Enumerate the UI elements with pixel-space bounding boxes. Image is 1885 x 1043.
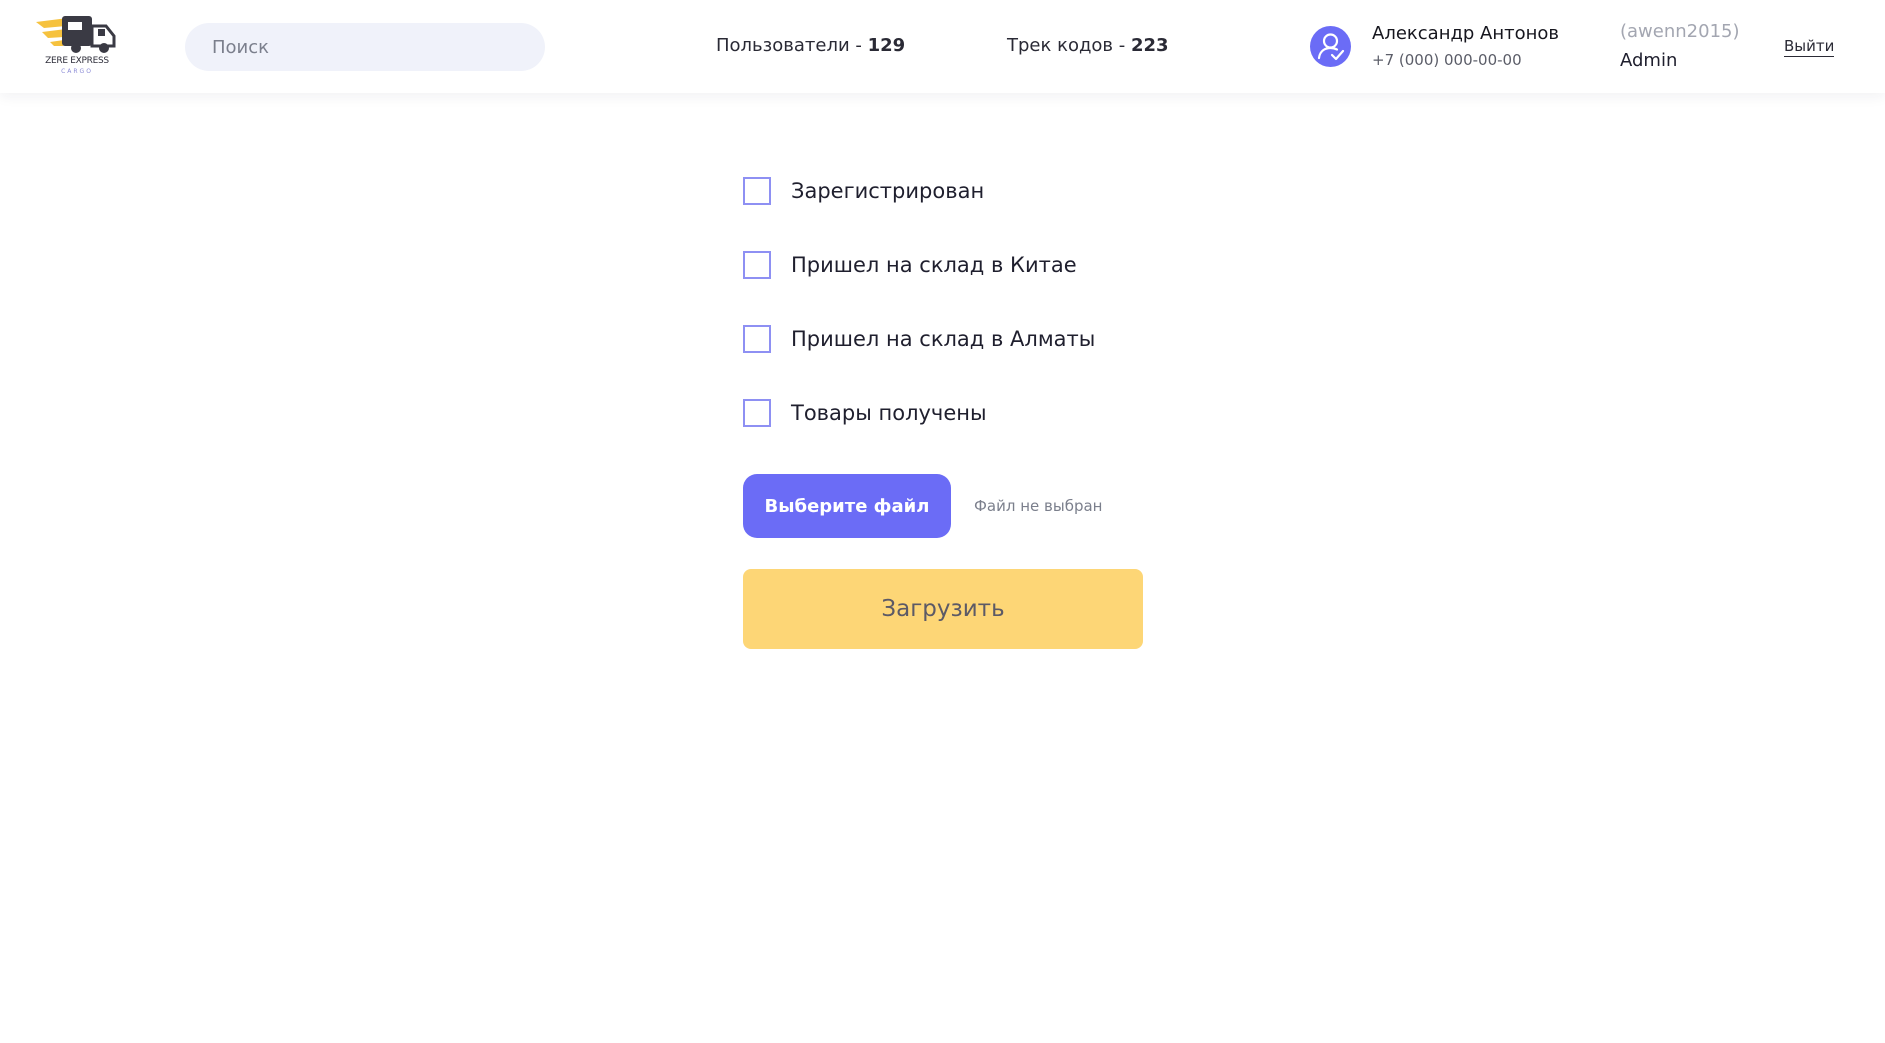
users-stat-label: Пользователи - [716, 35, 868, 56]
track-codes-stat: Трек кодов - 223 [1007, 35, 1169, 56]
avatar[interactable] [1310, 26, 1351, 67]
checkbox[interactable] [743, 177, 771, 205]
status-checkbox-almaty-warehouse[interactable]: Пришел на склад в Алматы [743, 323, 1095, 355]
status-checkbox-registered[interactable]: Зарегистрирован [743, 175, 984, 207]
file-status: Файл не выбран [974, 497, 1103, 515]
logo-subtitle: CARGO [61, 68, 93, 75]
search-input[interactable] [185, 23, 545, 71]
company-logo[interactable]: ZERE EXPRESS CARGO [36, 12, 122, 78]
user-phone: +7 (000) 000-00-00 [1372, 51, 1522, 69]
user-check-icon [1317, 33, 1345, 61]
checkbox-label: Пришел на склад в Алматы [791, 327, 1096, 351]
checkbox-label: Пришел на склад в Китае [791, 253, 1077, 277]
track-codes-stat-label: Трек кодов - [1007, 35, 1131, 56]
top-header: ZERE EXPRESS CARGO Пользователи - 129 Тр… [0, 0, 1885, 93]
user-role: Admin [1620, 50, 1678, 71]
user-login: (awenn2015) [1620, 21, 1740, 42]
checkbox-label: Товары получены [791, 401, 987, 425]
user-name: Александр Антонов [1372, 23, 1560, 44]
logo-name: ZERE EXPRESS [45, 56, 109, 66]
checkbox[interactable] [743, 251, 771, 279]
status-checkbox-received[interactable]: Товары получены [743, 397, 987, 429]
upload-button[interactable]: Загрузить [743, 569, 1143, 649]
truck-logo-icon [36, 16, 116, 53]
checkbox[interactable] [743, 325, 771, 353]
checkbox-label: Зарегистрирован [791, 179, 985, 203]
users-stat-count: 129 [867, 35, 906, 56]
status-checkbox-china-warehouse[interactable]: Пришел на склад в Китае [743, 249, 1077, 281]
choose-file-button[interactable]: Выберите файл [743, 474, 951, 538]
checkbox[interactable] [743, 399, 771, 427]
track-codes-stat-count: 223 [1130, 35, 1169, 56]
users-stat: Пользователи - 129 [716, 35, 905, 56]
logout-link[interactable]: Выйти [1784, 37, 1835, 57]
